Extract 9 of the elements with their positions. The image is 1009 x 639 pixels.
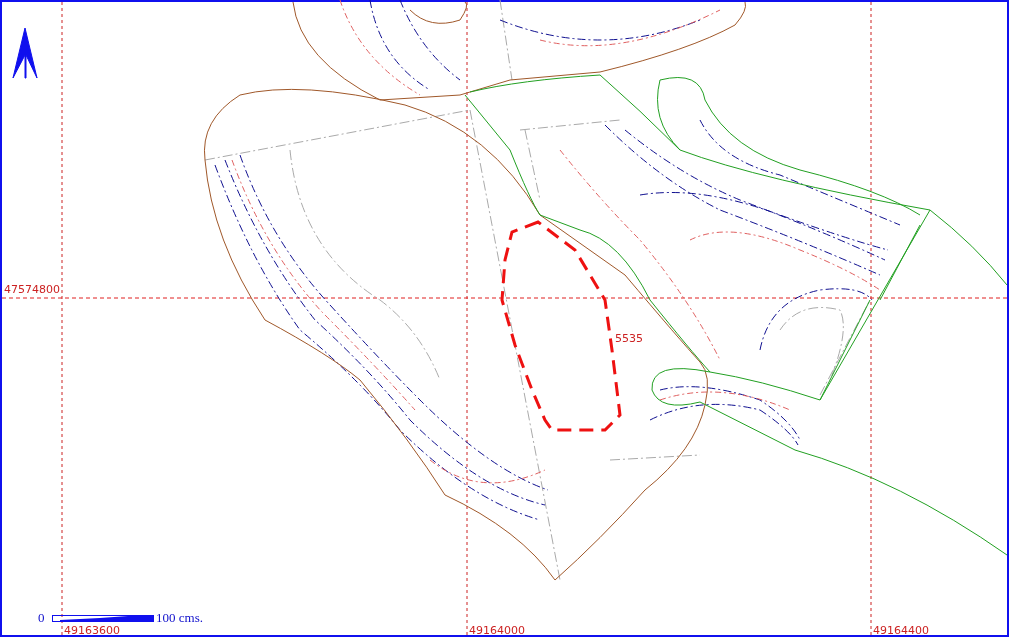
scale-label: 100 cms. [156,610,203,625]
north-arrow-icon [12,27,38,79]
parcel-number-label: 5535 [615,332,643,345]
grid-coordinate-label: 49164400 [873,624,929,637]
grid-coordinate-label: 49163600 [64,624,120,637]
scale-label: 0 [38,610,45,625]
grid-coordinate-label: 49164000 [469,624,525,637]
scale-bar-icon [52,615,154,622]
grid-coordinate-label: 47574800 [4,283,60,296]
